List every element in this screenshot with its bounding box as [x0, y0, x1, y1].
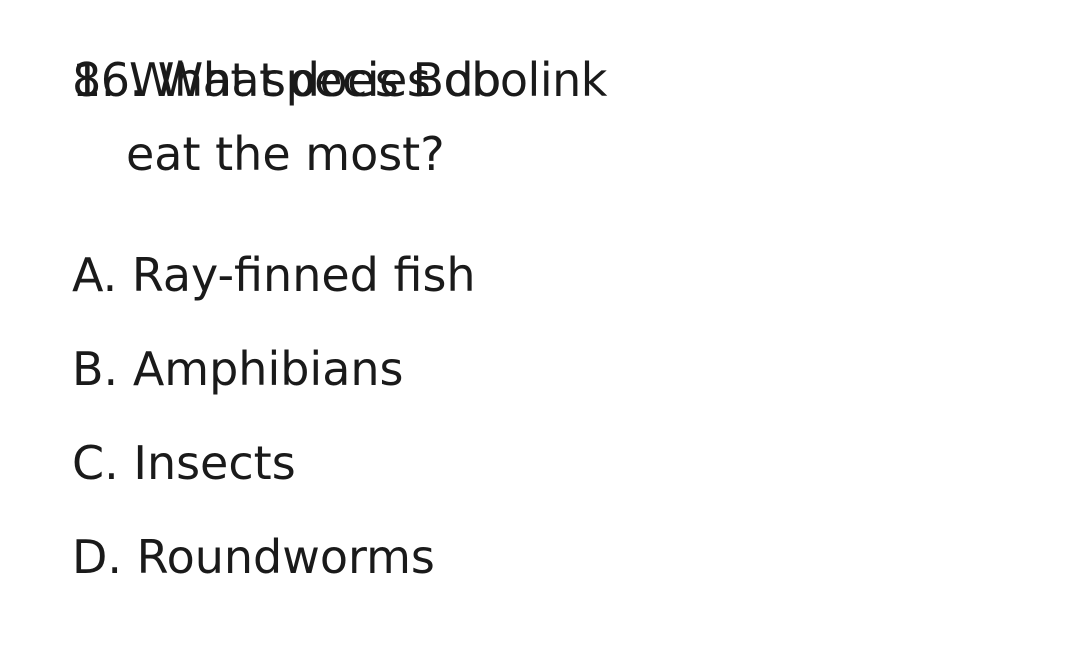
option-c-text: Insects: [133, 436, 296, 490]
option-a[interactable]: A. Ray-finned fish: [72, 246, 476, 304]
question-line-1-layer-b: 8. What species do: [72, 53, 501, 107]
question-text: 16. What does Bobolink 8. What species d…: [72, 34, 692, 184]
option-a-text: Ray-finned fish: [131, 248, 476, 302]
option-c[interactable]: C. Insects: [72, 434, 476, 492]
option-d[interactable]: D. Roundworms: [72, 528, 476, 586]
option-c-letter: C.: [72, 436, 119, 490]
option-b-text: Amphibians: [132, 342, 404, 396]
answer-options: A. Ray-finned fish B. Amphibians C. Inse…: [72, 246, 476, 586]
option-b[interactable]: B. Amphibians: [72, 340, 476, 398]
question-line-2: eat the most?: [126, 127, 445, 181]
option-d-letter: D.: [72, 530, 123, 584]
option-d-text: Roundworms: [136, 530, 435, 584]
option-a-letter: A.: [72, 248, 118, 302]
option-b-letter: B.: [72, 342, 119, 396]
